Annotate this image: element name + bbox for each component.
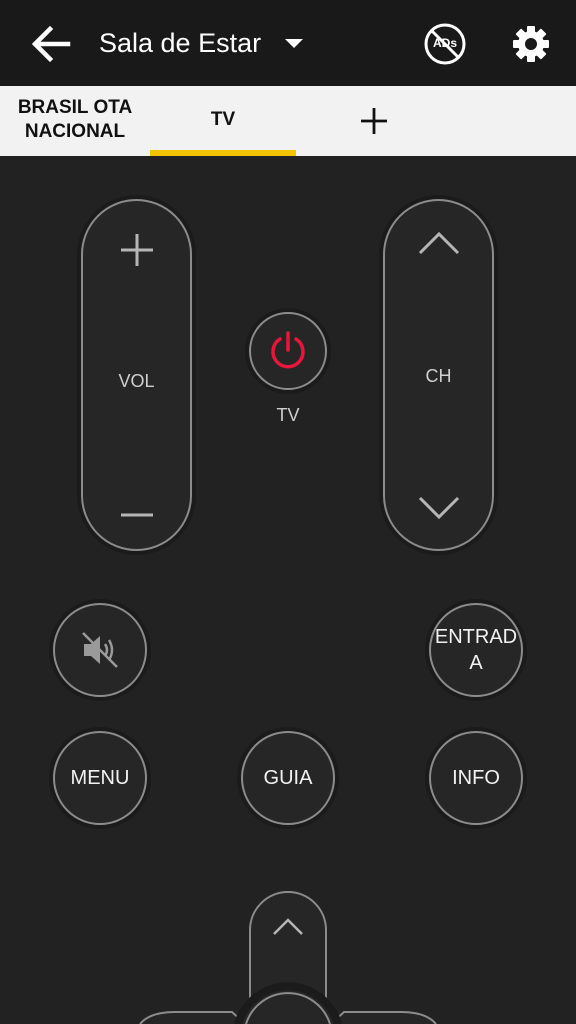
volume-down-button[interactable] — [83, 441, 190, 549]
top-app-bar: Sala de Estar ADs — [0, 0, 576, 86]
dpad — [139, 891, 437, 1024]
power-button[interactable] — [249, 312, 327, 390]
tab-brasil-ota-nacional[interactable]: BRASIL OTA NACIONAL — [0, 86, 150, 156]
channel-up-button[interactable] — [385, 201, 492, 311]
no-ads-badge-text: ADs — [432, 36, 457, 50]
power-icon — [271, 331, 305, 369]
mute-icon — [82, 632, 118, 668]
info-label: INFO — [452, 767, 500, 789]
arrow-left-icon — [31, 25, 71, 63]
channel-down-button[interactable] — [385, 441, 492, 549]
channel-label: CH — [425, 366, 452, 386]
dpad-right-segment[interactable] — [330, 1011, 437, 1024]
minus-icon — [121, 513, 153, 517]
input-button[interactable]: ENTRADA — [429, 603, 523, 697]
room-name: Sala de Estar — [99, 28, 262, 58]
plus-icon — [361, 108, 387, 134]
info-button[interactable]: INFO — [429, 731, 523, 825]
channel-rocker: CH — [383, 199, 494, 551]
volume-label: VOL — [118, 371, 155, 391]
input-label: ENTRADA — [434, 626, 518, 674]
volume-up-button[interactable] — [83, 201, 190, 311]
volume-rocker: VOL — [81, 199, 192, 551]
guide-label: GUIA — [263, 767, 313, 789]
mute-button[interactable] — [53, 603, 147, 697]
tab-label: BRASIL OTA NACIONAL — [17, 97, 133, 142]
guide-button[interactable]: GUIA — [241, 731, 335, 825]
device-tabs: BRASIL OTA NACIONAL TV — [0, 86, 576, 156]
room-selector[interactable]: Sala de Estar — [99, 26, 309, 64]
back-button[interactable] — [26, 22, 74, 66]
no-ads-button[interactable]: ADs — [423, 22, 467, 66]
caret-down-icon — [285, 39, 303, 48]
power-caption: TV — [276, 405, 300, 425]
menu-label: MENU — [70, 767, 130, 789]
tab-tv[interactable]: TV — [150, 86, 296, 156]
add-tab-button[interactable] — [358, 105, 390, 137]
chevron-down-icon — [418, 496, 460, 520]
tab-label: TV — [210, 109, 236, 130]
gear-icon — [513, 26, 549, 62]
chevron-up-icon — [418, 231, 460, 255]
menu-button[interactable]: MENU — [53, 731, 147, 825]
settings-button[interactable] — [511, 24, 551, 64]
active-tab-indicator — [150, 150, 296, 156]
plus-icon — [121, 234, 153, 266]
dpad-left-segment[interactable] — [139, 1011, 246, 1024]
